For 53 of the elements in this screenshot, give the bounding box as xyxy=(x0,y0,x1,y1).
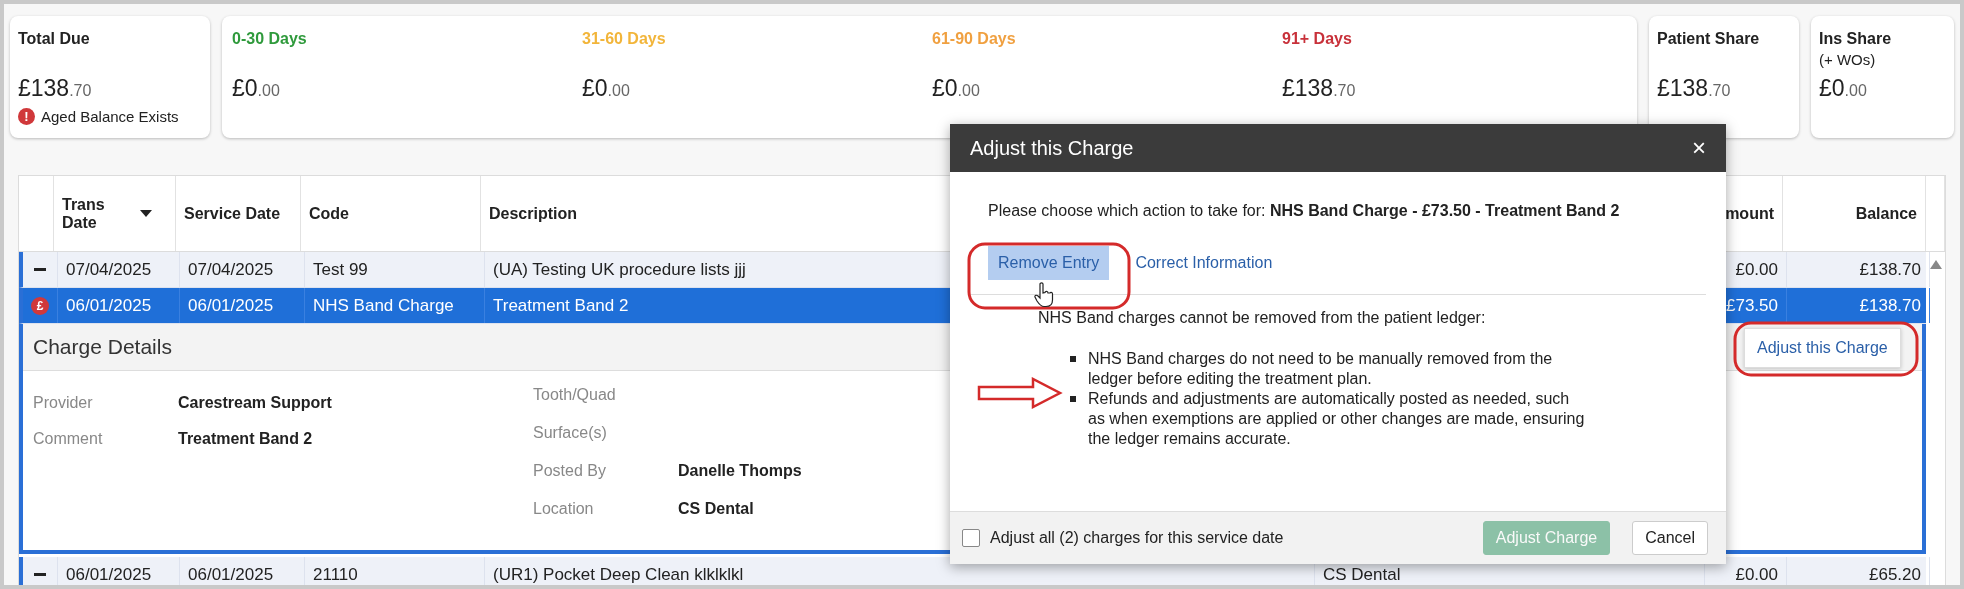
bullet-text: NHS Band charges do not need to be manually removed from the ledger before editing the treatment plan. xyxy=(1088,349,1554,389)
aging-label: 31-60 Days xyxy=(582,30,667,49)
warning-icon: ! xyxy=(18,108,35,125)
card-label: Patient Share xyxy=(1657,30,1761,48)
alert-icon: £ xyxy=(31,296,49,315)
table-cell: 21110 xyxy=(313,564,358,585)
amount: £138.70 xyxy=(1657,75,1732,102)
field-label: Posted By xyxy=(533,462,607,480)
amount: £138.70 xyxy=(18,75,93,102)
table-cell: 07/04/2025 xyxy=(188,259,274,280)
aging-label: 91+ Days xyxy=(1282,30,1353,49)
aging-label: 61-90 Days xyxy=(932,30,1017,49)
table-cell: Treatment Band 2 xyxy=(493,295,629,316)
field-label: Location xyxy=(533,500,595,518)
notice-text: NHS Band charges cannot be removed from the patient ledger: xyxy=(1038,309,1487,327)
bullet-text: Refunds and adjustments are automatically posted as needed, such as when exemptions are applied or other changes are made, ensuring the ledger remains accurate. xyxy=(1088,389,1586,449)
field-value: CS Dental xyxy=(678,500,754,518)
table-cell: £73.50 xyxy=(1726,295,1778,316)
table-cell: CS Dental xyxy=(1323,564,1401,585)
table-cell: £0.00 xyxy=(1735,259,1778,280)
table-cell: NHS Band Charge xyxy=(313,295,454,316)
table-cell: 06/01/2025 xyxy=(188,295,274,316)
panel-title: Charge Details xyxy=(33,335,172,359)
table-cell: 06/01/2025 xyxy=(66,564,152,585)
checkbox-label: Adjust all (2) charges for this service date xyxy=(990,529,1284,547)
field-label: Tooth/Quad xyxy=(533,386,617,404)
table-cell: £65.20 xyxy=(1869,564,1921,585)
aging-label: 0-30 Days xyxy=(232,30,308,49)
field-label: Comment xyxy=(33,430,104,448)
field-value: Treatment Band 2 xyxy=(178,430,313,448)
table-cell: 07/04/2025 xyxy=(66,259,152,280)
warning-text: Aged Balance Exists xyxy=(41,108,179,125)
field-value: Carestream Support xyxy=(178,394,332,412)
table-cell: (UA) Testing UK procedure lists jjj xyxy=(493,259,746,280)
amount: £0.00 xyxy=(1819,75,1868,102)
dialog-title: Adjust this Charge xyxy=(970,136,1134,160)
card-sublabel: (+ WOs) xyxy=(1819,51,1877,68)
card-label: Ins Share xyxy=(1819,30,1893,48)
amount: £0.00 xyxy=(232,75,281,102)
table-cell: £138.70 xyxy=(1859,259,1921,280)
table-cell: 06/01/2025 xyxy=(188,564,274,585)
amount: £0.00 xyxy=(582,75,631,102)
table-cell: (UR1) Pocket Deep Clean klklklkl xyxy=(493,564,744,585)
field-label: Surface(s) xyxy=(533,424,608,442)
field-label: Provider xyxy=(33,394,94,412)
table-cell: £138.70 xyxy=(1859,295,1921,316)
table-cell: 06/01/2025 xyxy=(66,295,152,316)
table-cell: Test 99 xyxy=(313,259,368,280)
field-value: Danelle Thomps xyxy=(678,462,802,480)
amount: £0.00 xyxy=(932,75,981,102)
table-cell: £0.00 xyxy=(1735,564,1778,585)
card-label: Total Due xyxy=(18,30,91,49)
amount: £138.70 xyxy=(1282,75,1357,102)
